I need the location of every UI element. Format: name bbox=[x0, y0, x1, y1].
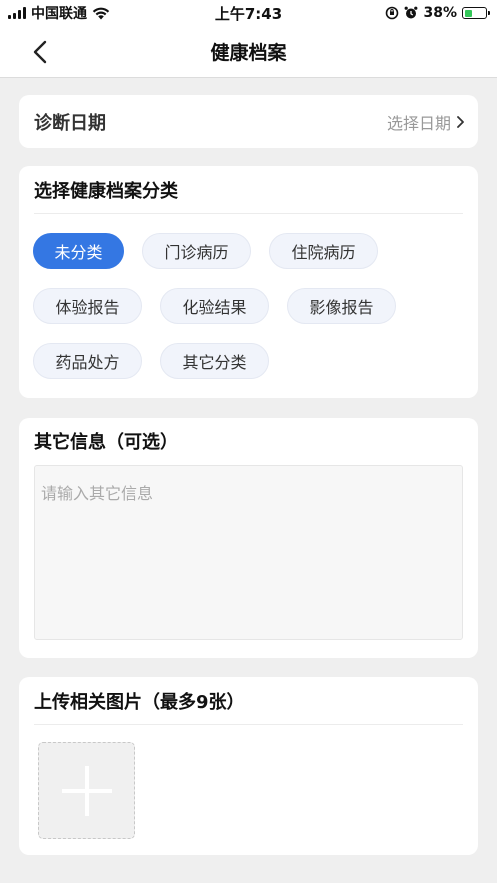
add-image-button[interactable] bbox=[38, 742, 135, 839]
orientation-lock-icon bbox=[386, 6, 399, 20]
category-card: 选择健康档案分类 未分类 门诊病历 住院病历 体验报告 化验结果 影像报告 药品… bbox=[19, 166, 478, 398]
back-button[interactable] bbox=[26, 38, 54, 66]
category-chip-uncategorized[interactable]: 未分类 bbox=[33, 233, 124, 269]
category-chip-imaging-report[interactable]: 影像报告 bbox=[287, 288, 396, 324]
category-chip-checkup-report[interactable]: 体验报告 bbox=[33, 288, 142, 324]
category-chip-prescription[interactable]: 药品处方 bbox=[33, 343, 142, 379]
carrier-label: 中国联通 bbox=[31, 6, 87, 22]
category-chip-other[interactable]: 其它分类 bbox=[160, 343, 269, 379]
cellular-signal-icon bbox=[8, 7, 26, 19]
other-info-textarea[interactable]: 请输入其它信息 bbox=[34, 465, 463, 640]
chevron-right-icon bbox=[457, 115, 464, 128]
diagnosis-date-row[interactable]: 诊断日期 选择日期 bbox=[19, 95, 478, 148]
nav-bar: 健康档案 bbox=[0, 26, 497, 78]
battery-icon bbox=[462, 7, 490, 19]
category-chip-inpatient[interactable]: 住院病历 bbox=[269, 233, 378, 269]
other-info-title: 其它信息（可选） bbox=[34, 432, 178, 453]
chevron-left-icon bbox=[33, 40, 47, 64]
status-left: 中国联通 bbox=[8, 3, 110, 23]
wifi-icon bbox=[92, 7, 110, 19]
other-info-card: 其它信息（可选） 请输入其它信息 bbox=[19, 418, 478, 658]
upload-card: 上传相关图片（最多9张） bbox=[19, 677, 478, 855]
date-picker-text: 选择日期 bbox=[386, 113, 451, 133]
alarm-icon bbox=[405, 6, 418, 19]
upload-title: 上传相关图片（最多9张） bbox=[34, 677, 463, 725]
date-picker-trigger[interactable]: 选择日期 bbox=[387, 110, 464, 134]
page-title: 健康档案 bbox=[210, 42, 287, 64]
battery-level-fill bbox=[464, 9, 473, 17]
category-title: 选择健康档案分类 bbox=[34, 166, 463, 214]
status-bar: 中国联通 上午7:43 38% bbox=[0, 0, 497, 26]
plus-icon bbox=[61, 765, 112, 816]
diagnosis-date-label: 诊断日期 bbox=[34, 112, 106, 134]
status-right: 38% bbox=[385, 5, 490, 21]
category-chip-lab-results[interactable]: 化验结果 bbox=[160, 288, 269, 324]
battery-percent: 38% bbox=[423, 5, 457, 21]
category-chip-outpatient[interactable]: 门诊病历 bbox=[142, 233, 251, 269]
